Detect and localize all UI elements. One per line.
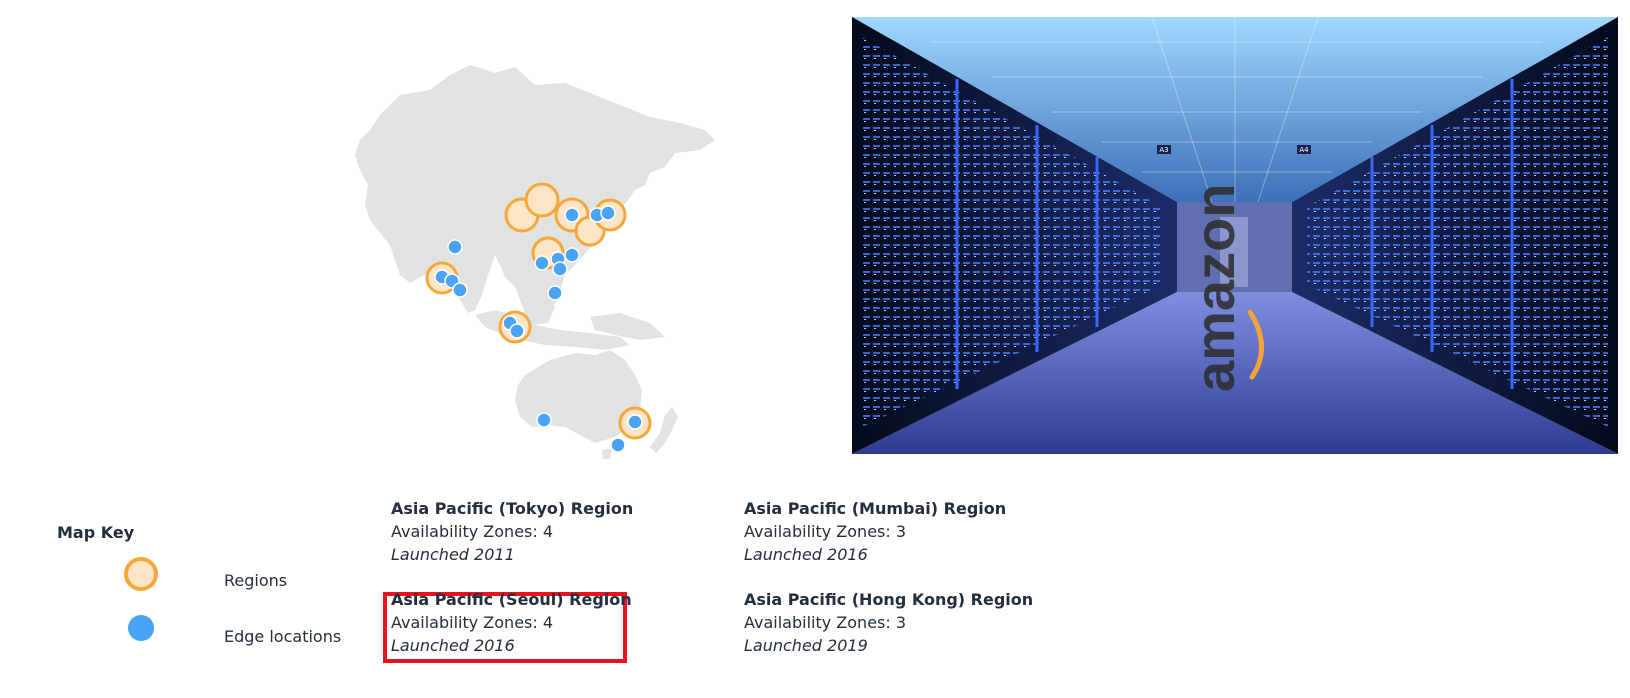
edge-dot-icon (128, 615, 154, 641)
region-info-seoul: Asia Pacific (Seoul) Region Availability… (391, 588, 691, 657)
region-name: Asia Pacific (Seoul) Region (391, 590, 632, 609)
edge-location-dot[interactable] (452, 282, 468, 298)
region-launched: Launched 2016 (744, 545, 868, 564)
amazon-logo-text: amazon (1183, 184, 1246, 393)
edge-location-dot[interactable] (610, 437, 626, 453)
edge-location-dot[interactable] (564, 207, 580, 223)
region-launched: Launched 2011 (391, 545, 515, 564)
region-info-tokyo: Asia Pacific (Tokyo) Region Availability… (391, 497, 691, 566)
region-zones: Availability Zones: 3 (744, 613, 907, 632)
asia-pacific-map (355, 65, 715, 459)
aisle-sign-right-label: A4 (1299, 146, 1309, 154)
region-name: Asia Pacific (Hong Kong) Region (744, 590, 1034, 609)
edge-location-dot[interactable] (447, 239, 463, 255)
region-info-mumbai: Asia Pacific (Mumbai) Region Availabilit… (744, 497, 1044, 566)
map-key-edge-locations-label: Edge locations (224, 627, 342, 646)
edge-location-dot[interactable] (627, 414, 643, 430)
region-zones: Availability Zones: 3 (744, 522, 907, 541)
region-name: Asia Pacific (Tokyo) Region (391, 499, 634, 518)
edge-location-dot[interactable] (536, 412, 552, 428)
map-key-title: Map Key (57, 523, 135, 542)
data-center-photo: A3 A4 amazon (852, 17, 1618, 454)
region-launched: Launched 2016 (391, 636, 515, 655)
region-circle-icon (124, 557, 158, 591)
edge-location-dot[interactable] (534, 255, 550, 271)
edge-location-dot[interactable] (600, 205, 616, 221)
region-zones: Availability Zones: 4 (391, 522, 554, 541)
map-key-regions-label: Regions (224, 571, 288, 590)
aisle-sign-left-label: A3 (1159, 146, 1168, 154)
region-marker[interactable] (524, 182, 560, 218)
edge-location-dot[interactable] (564, 247, 580, 263)
edge-location-dot[interactable] (509, 323, 525, 339)
edge-location-dot[interactable] (547, 285, 563, 301)
region-zones: Availability Zones: 4 (391, 613, 554, 632)
region-info-hong-kong: Asia Pacific (Hong Kong) Region Availabi… (744, 588, 1044, 657)
edge-location-dot[interactable] (552, 261, 568, 277)
amazon-logo: amazon (1183, 184, 1246, 393)
map-land-tasmania (602, 448, 612, 459)
region-launched: Launched 2019 (744, 636, 868, 655)
region-name: Asia Pacific (Mumbai) Region (744, 499, 1007, 518)
map-land-new-zealand (650, 407, 678, 453)
